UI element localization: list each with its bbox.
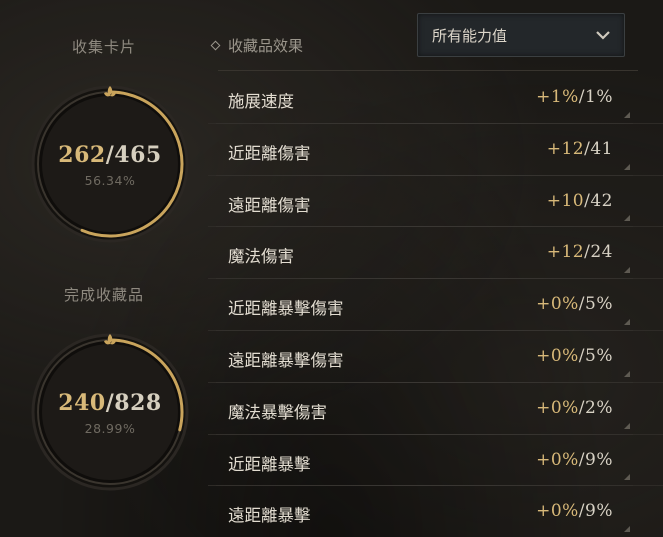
collections-label: 完成收藏品 xyxy=(63,286,144,304)
stat-max: /24 xyxy=(584,242,613,263)
stat-max: /9% xyxy=(578,449,613,470)
stat-name: 魔法傷害 xyxy=(228,247,294,267)
cards-label: 收集卡片 xyxy=(71,38,136,56)
stat-row[interactable]: 遠距離傷害 +10/42 xyxy=(208,176,663,228)
stat-list: 施展速度 +1%/1% 近距離傷害 +12/41 遠距離傷害 +10/42 魔法傷害 +12/… xyxy=(208,72,663,537)
cards-total: 465 xyxy=(114,142,162,168)
stat-bonus: +1% xyxy=(536,87,579,107)
stat-filter-dropdown[interactable]: 所有能力值 xyxy=(417,13,625,57)
stat-max: /5% xyxy=(578,294,613,315)
corner-mark-icon xyxy=(624,370,630,377)
corner-mark-icon xyxy=(624,267,630,274)
stat-value: +0%/5% xyxy=(536,346,613,366)
cards-progress-ring: 262/465 56.34% xyxy=(30,84,190,244)
stat-name: 魔法暴擊傷害 xyxy=(228,402,327,422)
stat-filter-value: 所有能力值 xyxy=(432,26,508,45)
stat-value: +1%/1% xyxy=(536,87,613,107)
stat-bonus: +12 xyxy=(546,242,585,263)
collections-percent: 28.99% xyxy=(84,421,136,436)
effects-header-label: 收藏品效果 xyxy=(228,37,304,55)
stat-name: 近距離傷害 xyxy=(228,143,311,163)
stat-name: 施展速度 xyxy=(228,92,294,111)
stat-name: 遠距離傷害 xyxy=(228,195,311,215)
collections-current: 240 xyxy=(58,390,106,416)
stat-value: +10/42 xyxy=(547,191,613,211)
stat-value: +0%/2% xyxy=(536,398,613,418)
effects-panel: 收藏品效果 所有能力值 施展速度 +1%/1% 近距離傷害 +12/41 遠距離傷害 +1… xyxy=(208,0,663,537)
stat-row[interactable]: 施展速度 +1%/1% xyxy=(208,72,663,124)
corner-mark-icon xyxy=(624,318,630,325)
stat-row[interactable]: 近距離傷害 +12/41 xyxy=(208,124,663,176)
corner-mark-icon xyxy=(624,111,630,118)
divider xyxy=(218,70,638,71)
collections-count: 240/828 xyxy=(58,390,162,416)
stat-value: +12/24 xyxy=(547,242,613,262)
collections-progress-ring: 240/828 28.99% xyxy=(30,332,190,492)
stat-max: /5% xyxy=(578,345,613,366)
stat-row[interactable]: 遠距離暴擊傷害 +0%/5% xyxy=(208,331,663,383)
cards-percent: 56.34% xyxy=(84,173,136,188)
stat-name: 遠距離暴擊 xyxy=(228,506,311,526)
stat-name: 近距離暴擊傷害 xyxy=(228,299,344,319)
stat-name: 遠距離暴擊傷害 xyxy=(228,350,344,370)
stat-bonus: +0% xyxy=(536,345,579,366)
stat-value: +12/41 xyxy=(547,139,613,159)
corner-mark-icon xyxy=(624,526,630,533)
stat-value: +0%/9% xyxy=(536,450,613,470)
stat-bonus: +12 xyxy=(546,138,585,159)
stat-name: 近距離暴擊 xyxy=(228,454,311,474)
chevron-down-icon xyxy=(596,31,610,40)
stat-bonus: +0% xyxy=(536,501,579,522)
corner-mark-icon xyxy=(624,422,630,429)
stat-max: /2% xyxy=(578,397,613,418)
corner-mark-icon xyxy=(624,474,630,481)
corner-mark-icon xyxy=(624,163,630,170)
stat-row[interactable]: 近距離暴擊 +0%/9% xyxy=(208,435,663,487)
stat-max: /41 xyxy=(584,138,613,159)
stat-bonus: +0% xyxy=(536,294,579,315)
cards-current: 262 xyxy=(58,142,106,168)
collections-total: 828 xyxy=(114,390,162,416)
stat-bonus: +0% xyxy=(536,449,579,470)
stat-row[interactable]: 遠距離暴擊 +0%/9% xyxy=(208,486,663,537)
diamond-icon xyxy=(210,40,221,51)
stat-max: /1% xyxy=(578,87,613,107)
stat-max: /9% xyxy=(578,501,613,522)
stat-row[interactable]: 魔法傷害 +12/24 xyxy=(208,227,663,280)
stat-row[interactable]: 近距離暴擊傷害 +0%/5% xyxy=(208,279,663,331)
stat-max: /42 xyxy=(584,190,613,211)
cards-count: 262/465 xyxy=(58,142,162,168)
stat-value: +0%/9% xyxy=(536,501,613,521)
corner-mark-icon xyxy=(624,215,630,222)
stat-value: +0%/5% xyxy=(536,294,613,314)
effects-header: 收藏品效果 xyxy=(210,35,304,56)
stat-bonus: +10 xyxy=(546,190,585,211)
collection-progress-panel: 收集卡片 262/465 56.34% 完成收藏品 240/828 28.99% xyxy=(0,0,208,537)
stat-bonus: +0% xyxy=(536,397,579,418)
stat-row[interactable]: 魔法暴擊傷害 +0%/2% xyxy=(208,383,663,435)
